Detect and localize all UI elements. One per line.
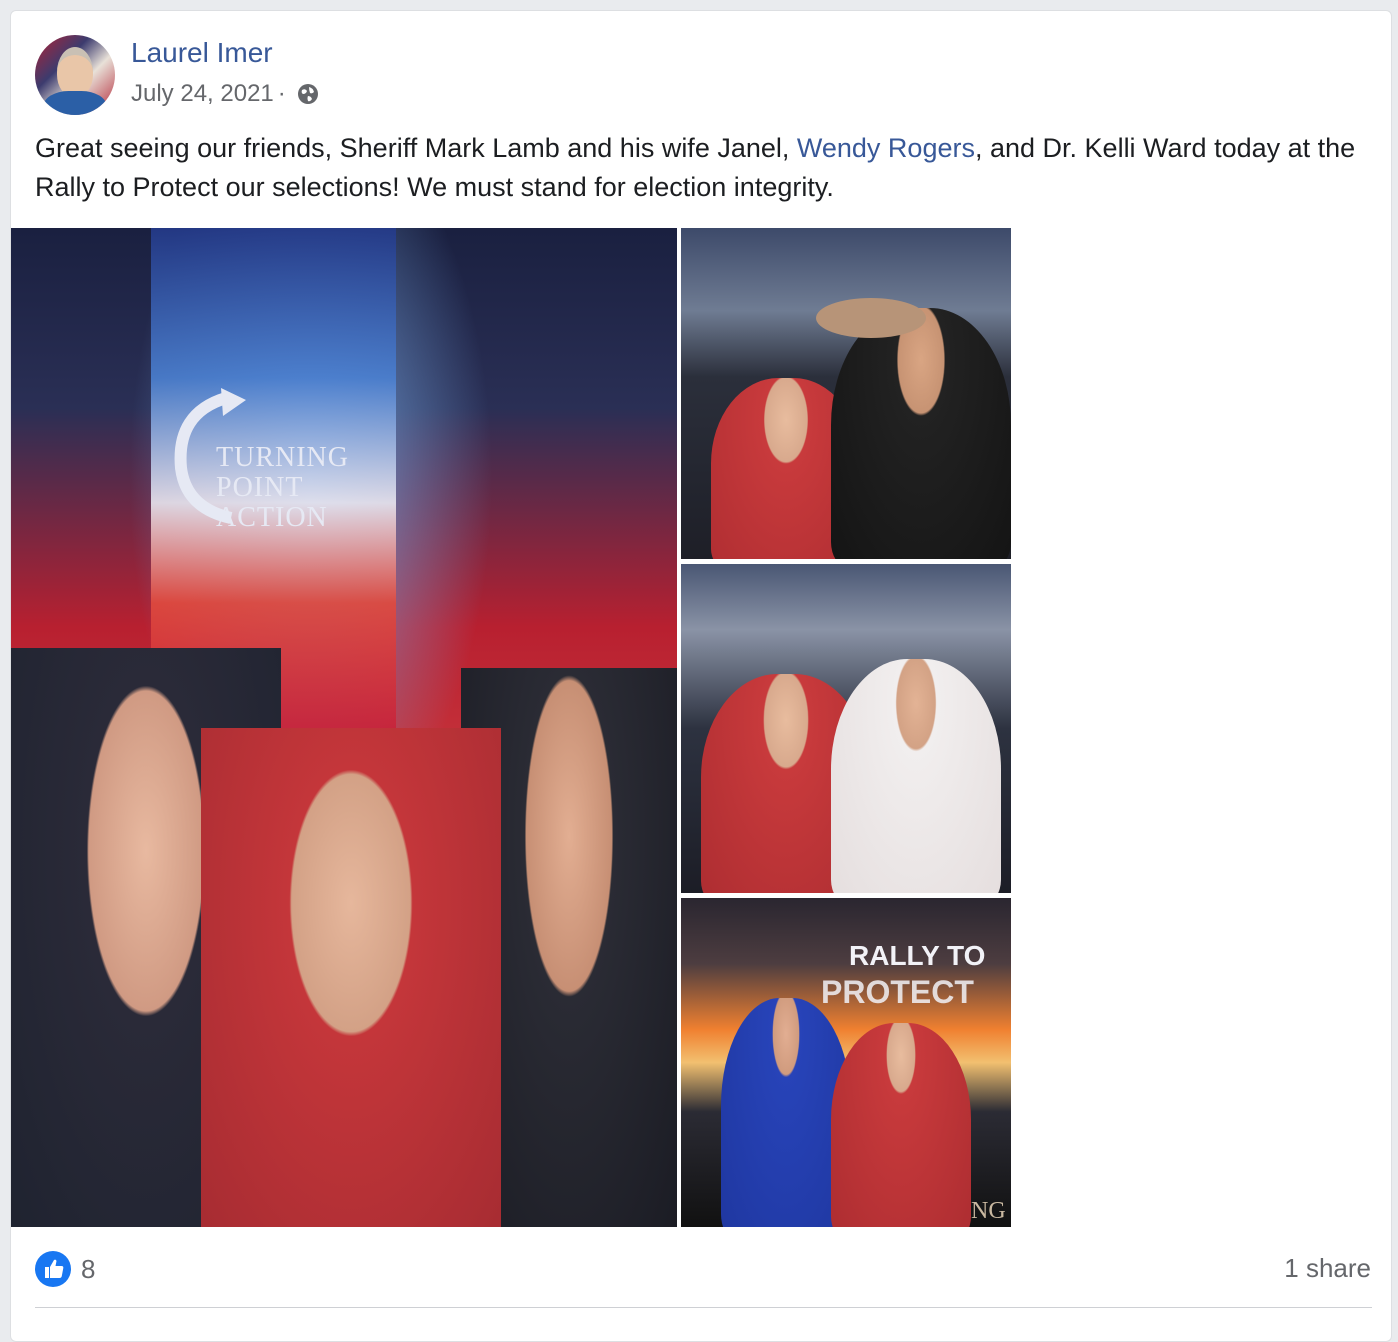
reactions-summary[interactable]: 8 <box>35 1251 95 1287</box>
post-meta: July 24, 2021 · <box>131 80 320 108</box>
turning-point-text: TURNING POINT ACTION <box>216 443 406 533</box>
person-center <box>201 728 501 1227</box>
avatar-face <box>57 47 93 97</box>
post-text-part-1: Great seeing our friends, Sheriff Mark L… <box>35 133 797 163</box>
banner-line-2: POINT ACTION <box>216 472 328 533</box>
thumbs-up-icon <box>35 1251 71 1287</box>
author-avatar[interactable] <box>35 35 115 115</box>
photo-main[interactable]: TURNING POINT ACTION <box>11 228 677 1227</box>
meta-separator: · <box>277 80 286 107</box>
mention-link[interactable]: Wendy Rogers <box>797 133 975 163</box>
person-cowboy <box>831 308 1011 559</box>
person-red-top <box>831 1023 971 1227</box>
post-date-link[interactable]: July 24, 2021 <box>131 80 274 108</box>
avatar-shoulders <box>43 91 107 115</box>
rally-banner-line-1: RALLY TO <box>849 940 986 971</box>
share-count-link[interactable]: 1 share <box>1284 1253 1371 1284</box>
rally-banner-line-2: PROTECT <box>821 974 974 1010</box>
banner-line-1: TURNING <box>216 442 349 473</box>
photo-4[interactable]: RALLY TO PROTECT NG <box>681 898 1011 1227</box>
like-count: 8 <box>81 1253 96 1284</box>
photo-3[interactable] <box>681 564 1011 893</box>
person-woman-right <box>831 659 1001 893</box>
stage-corner-text: NG <box>971 1198 1006 1224</box>
post-card: Laurel Imer July 24, 2021 · Great seeing… <box>10 10 1392 1342</box>
photo-2[interactable] <box>681 228 1011 559</box>
post-body-text: Great seeing our friends, Sheriff Mark L… <box>35 129 1380 207</box>
author-name-link[interactable]: Laurel Imer <box>131 37 273 69</box>
globe-icon[interactable] <box>296 82 320 106</box>
cowboy-hat <box>816 298 926 338</box>
footer-divider <box>35 1307 1372 1308</box>
